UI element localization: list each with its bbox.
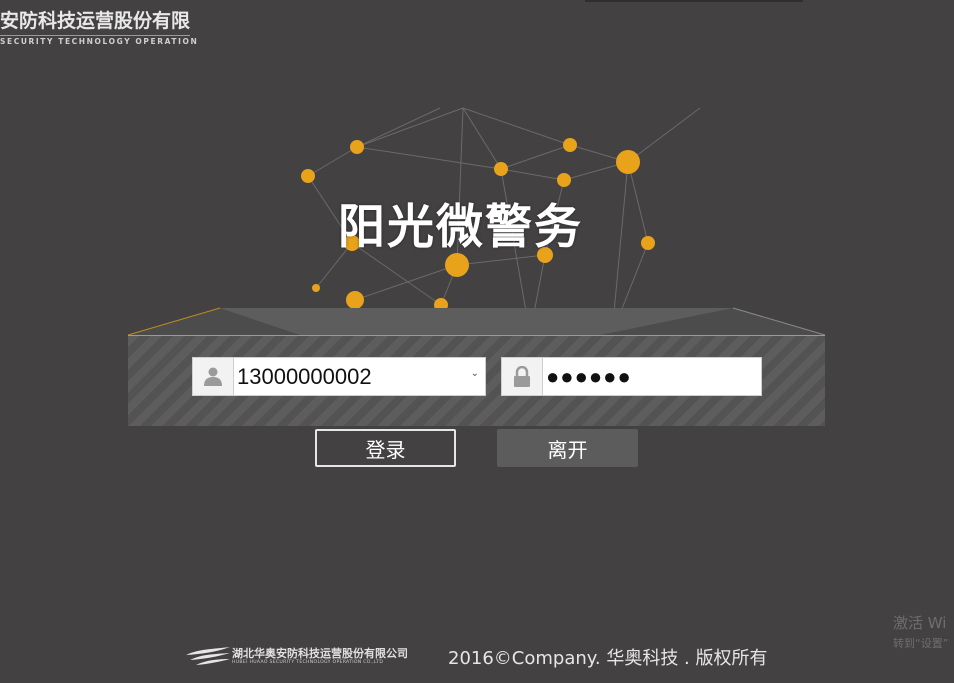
lock-icon — [514, 366, 530, 387]
login-button[interactable]: 登录 — [315, 429, 456, 467]
app-title: 阳光微警务 — [338, 200, 583, 255]
copyright-text: 2016©Company. 华奥科技 . 版权所有 — [448, 648, 768, 669]
chevron-down-icon[interactable]: ⌄ — [471, 368, 479, 379]
watermark-line1: 激活 Wi — [893, 614, 947, 632]
swoosh-logo-icon — [186, 647, 230, 665]
password-input[interactable] — [544, 358, 756, 395]
username-field: ⌄ — [192, 357, 486, 396]
footer-logo-en: HUBEI HUAAO SECURITY TECHNOLOGY OPERATIO… — [232, 660, 384, 665]
lock-icon-box — [502, 358, 543, 395]
username-input[interactable] — [235, 358, 467, 395]
footer-logo-cn: 湖北华奥安防科技运营股份有限公司 — [232, 647, 408, 660]
exit-button[interactable]: 离开 — [497, 429, 638, 467]
password-field — [501, 357, 762, 396]
watermark-line2: 转到“设置” — [893, 637, 949, 650]
user-icon-box — [193, 358, 234, 395]
activation-watermark: 激活 Wi 转到“设置” — [893, 612, 948, 651]
user-icon — [204, 367, 222, 386]
